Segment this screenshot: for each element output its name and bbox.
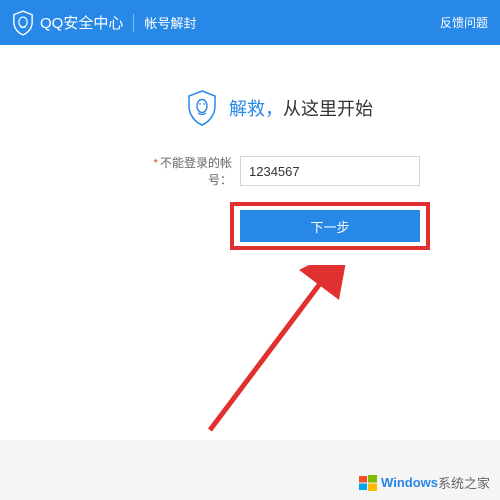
watermark-suffix: 系统之家 (438, 473, 490, 492)
watermark: Windows 系统之家 (359, 473, 490, 492)
heading-suffix: 从这里开始 (283, 99, 373, 119)
page-name: 帐号解封 (144, 13, 196, 32)
heading-prefix: 解救， (229, 99, 283, 119)
app-header: QQ安全中心 帐号解封 反馈问题 (0, 0, 500, 45)
next-button[interactable]: 下一步 (240, 210, 420, 242)
page-heading: 解救，从这里开始 (229, 95, 373, 121)
account-form-row: *不能登录的帐号： (140, 154, 480, 188)
heading-row: 解救，从这里开始 (80, 90, 480, 126)
button-row: 下一步 (240, 210, 480, 242)
shield-logo-icon (12, 10, 34, 36)
watermark-brand: Windows (381, 475, 438, 490)
required-mark: * (153, 156, 158, 170)
windows-icon (359, 474, 377, 492)
account-input[interactable] (240, 156, 420, 186)
penguin-shield-icon (187, 90, 217, 126)
account-label: *不能登录的帐号： (140, 154, 232, 188)
app-title: QQ安全中心 (40, 12, 123, 33)
main-content: 解救，从这里开始 *不能登录的帐号： 下一步 (0, 45, 500, 440)
header-divider (133, 14, 134, 32)
feedback-link[interactable]: 反馈问题 (440, 14, 488, 31)
